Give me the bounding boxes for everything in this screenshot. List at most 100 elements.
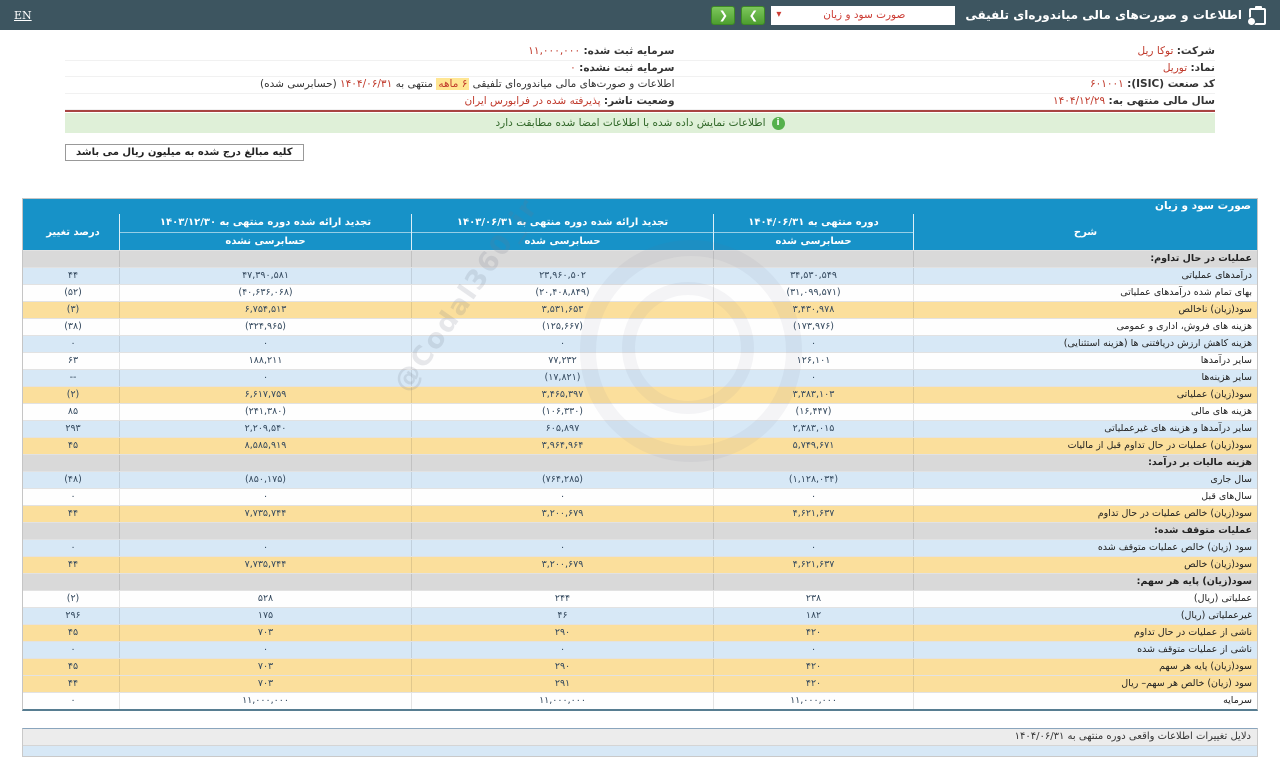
value-current-period — [713, 455, 913, 471]
value-restated-1403-06: ۳,۴۶۵,۳۹۷ — [411, 387, 713, 403]
company-row: شرکت: توکا ریل — [674, 44, 1215, 61]
header-current-period-title: دوره منتهی به ۱۴۰۴/۰۶/۳۱ — [714, 214, 913, 233]
registered-capital-row: سرمایه ثبت شده: ۱۱,۰۰۰,۰۰۰ — [65, 44, 675, 61]
registered-capital-label: سرمایه ثبت شده: — [583, 45, 675, 57]
value-current-period: ۱۸۲ — [713, 608, 913, 624]
table-row: سود(زیان) خالص عملیات در حال تداوم ۴,۶۲۱,… — [23, 505, 1257, 522]
table-row: سال‌های قبل ۰ ۰ ۰ ۰ — [23, 488, 1257, 505]
row-label: سود(زیان) عملیاتی — [913, 387, 1257, 403]
value-restated-1403-12: ۷۰۳ — [119, 625, 411, 641]
chevron-left-icon: ❮ — [718, 8, 728, 22]
issuer-status-value: پذیرفته شده در فرابورس ایران — [464, 94, 601, 107]
row-label: سایر درآمدها و هزینه های غیرعملیاتی — [913, 421, 1257, 437]
value-restated-1403-06: ۰ — [411, 336, 713, 352]
value-percent-change — [27, 523, 119, 539]
value-restated-1403-12: (۸۵۰,۱۷۵) — [119, 472, 411, 488]
header-restated-1403-12-title: تجدید ارائه شده دوره منتهی به ۱۴۰۳/۱۲/۳۰ — [120, 214, 411, 233]
value-restated-1403-06: ۳,۵۳۱,۶۵۳ — [411, 302, 713, 318]
table-row: سود(زیان) عملیاتی ۳,۳۸۳,۱۰۳ ۳,۴۶۵,۳۹۷ ۶,۶۱۷… — [23, 386, 1257, 403]
row-label: عملیات متوقف شده: — [913, 523, 1257, 539]
value-percent-change: ۶۳ — [67, 355, 79, 366]
value-restated-1403-12: ۰ — [119, 370, 411, 386]
statement-select-value: صورت سود و زیان — [823, 9, 906, 21]
company-info-section: شرکت: توکا ریل نماد: توریل کد صنعت (ISIC… — [65, 44, 1215, 110]
value-restated-1403-12: ۵۲۸ — [119, 591, 411, 607]
table-row: درآمدهای عملیاتی ۳۴,۵۳۰,۵۴۹ ۲۳,۹۶۰,۵۰۲ ۴۷,۳… — [23, 267, 1257, 284]
row-label: ناشی از عملیات متوقف شده — [913, 642, 1257, 658]
value-current-period: (۱۶,۴۴۷) — [713, 404, 913, 420]
section-row: عملیات در حال تداوم: — [23, 250, 1257, 267]
value-restated-1403-12 — [119, 455, 411, 471]
header-restated-1403-12: تجدید ارائه شده دوره منتهی به ۱۴۰۳/۱۲/۳۰… — [119, 214, 411, 250]
row-label: درآمدهای عملیاتی — [913, 268, 1257, 284]
unit-note-wrapper: کلیه مبالغ درج شده به میلیون ریال می باش… — [65, 140, 1215, 161]
value-restated-1403-06: ۲۹۰ — [411, 625, 713, 641]
previous-statement-button[interactable]: ❮ — [711, 5, 736, 25]
value-current-period: ۴,۶۲۱,۶۳۷ — [713, 506, 913, 522]
value-restated-1403-12: ۸,۵۸۵,۹۱۹ — [119, 438, 411, 454]
value-current-period — [713, 251, 913, 267]
table-row: عملیاتی (ریال) ۲۳۸ ۲۴۴ ۵۲۸ (۲) — [23, 590, 1257, 607]
row-label: سود(زیان) عملیات در حال تداوم قبل از مال… — [913, 438, 1257, 454]
table-row: سایر هزینه‌ها ۰ (۱۷,۸۲۱) ۰ -- — [23, 369, 1257, 386]
value-restated-1403-12 — [119, 574, 411, 590]
value-restated-1403-06: ۳,۲۰۰,۶۷۹ — [411, 557, 713, 573]
table-row: سال جاری (۱,۱۲۸,۰۳۴) (۷۶۴,۲۸۵) (۸۵۰,۱۷۵) (۴۸… — [23, 471, 1257, 488]
company-label: شرکت: — [1176, 45, 1215, 57]
header-percent-change: درصد تغییر — [46, 226, 100, 238]
symbol-row: نماد: توریل — [674, 61, 1215, 77]
value-restated-1403-06: ۲۴۴ — [411, 591, 713, 607]
value-restated-1403-06: ۲۹۱ — [411, 676, 713, 692]
value-restated-1403-06: ۳,۹۶۴,۹۶۴ — [411, 438, 713, 454]
value-restated-1403-12: ۷,۷۳۵,۷۴۴ — [119, 506, 411, 522]
row-label: سود(زیان) خالص عملیات در حال تداوم — [913, 506, 1257, 522]
header-restated-1403-06-title: تجدید ارائه شده دوره منتهی به ۱۴۰۳/۰۶/۳۱ — [412, 214, 713, 233]
value-restated-1403-12: ۷,۷۳۵,۷۴۴ — [119, 557, 411, 573]
value-percent-change: -- — [69, 372, 77, 383]
symbol-value[interactable]: توریل — [1163, 62, 1187, 74]
value-percent-change — [27, 455, 119, 471]
table-row: غیرعملیاتی (ریال) ۱۸۲ ۴۶ ۱۷۵ ۲۹۶ — [23, 607, 1257, 624]
report-period-date: ۱۴۰۴/۰۶/۳۱ — [340, 78, 393, 90]
table-title: صورت سود و زیان — [23, 199, 1257, 214]
value-restated-1403-06 — [411, 455, 713, 471]
value-percent-change: (۲) — [66, 593, 80, 604]
value-current-period: ۴۲۰ — [713, 625, 913, 641]
value-restated-1403-06: ۲۹۰ — [411, 659, 713, 675]
table-row: سود (زیان) خالص عملیات متوقف شده ۰ ۰ ۰ ۰ — [23, 539, 1257, 556]
table-row: هزینه کاهش ارزش دریافتنی ها (هزینه استثن… — [23, 335, 1257, 352]
value-restated-1403-12: ۱۱,۰۰۰,۰۰۰ — [119, 693, 411, 709]
value-current-period: ۲۳۸ — [713, 591, 913, 607]
value-current-period: ۲,۳۸۳,۰۱۵ — [713, 421, 913, 437]
row-label: سال‌های قبل — [913, 489, 1257, 505]
changes-reasons-row — [23, 746, 1257, 756]
value-restated-1403-06: ۶۰۵,۸۹۷ — [411, 421, 713, 437]
statement-select[interactable]: صورت سود و زیان ▾ — [771, 5, 956, 25]
row-label: سود(زیان) ناخالص — [913, 302, 1257, 318]
value-current-period: ۰ — [713, 489, 913, 505]
row-label: سال جاری — [913, 472, 1257, 488]
report-period-prefix: اطلاعات و صورت‌های مالی میاندوره‌ای تلفی… — [472, 78, 675, 90]
value-percent-change: (۴۸) — [64, 474, 82, 485]
value-percent-change: ۴۴ — [67, 508, 79, 519]
value-restated-1403-12: (۴۰,۶۳۶,۰۶۸) — [119, 285, 411, 301]
value-current-period: ۰ — [713, 370, 913, 386]
table-row: سایر درآمدها ۱۲۶,۱۰۱ ۷۷,۲۳۲ ۱۸۸,۲۱۱ ۶۳ — [23, 352, 1257, 369]
row-label: عملیات در حال تداوم: — [913, 251, 1257, 267]
english-language-link[interactable]: EN — [14, 9, 32, 22]
value-percent-change: (۵۲) — [64, 287, 82, 298]
value-percent-change — [27, 251, 119, 267]
value-restated-1403-06: ۱۱,۰۰۰,۰۰۰ — [411, 693, 713, 709]
table-row: سایر درآمدها و هزینه های غیرعملیاتی ۲,۳۸۳… — [23, 420, 1257, 437]
signature-match-notice: i اطلاعات نمایش داده شده با اطلاعات امضا… — [65, 113, 1215, 133]
value-restated-1403-06: (۲۰,۴۰۸,۸۴۹) — [411, 285, 713, 301]
value-restated-1403-12: ۷۰۳ — [119, 659, 411, 675]
report-period-highlight: ۶ ماهه — [436, 78, 470, 90]
next-statement-button[interactable]: ❯ — [741, 5, 766, 25]
chevron-down-icon: ▾ — [776, 8, 782, 20]
value-restated-1403-06: ۲۳,۹۶۰,۵۰۲ — [411, 268, 713, 284]
company-value[interactable]: توکا ریل — [1138, 45, 1174, 57]
value-current-period: ۱۲۶,۱۰۱ — [713, 353, 913, 369]
value-restated-1403-06 — [411, 251, 713, 267]
value-percent-change: ۴۵ — [67, 440, 79, 451]
